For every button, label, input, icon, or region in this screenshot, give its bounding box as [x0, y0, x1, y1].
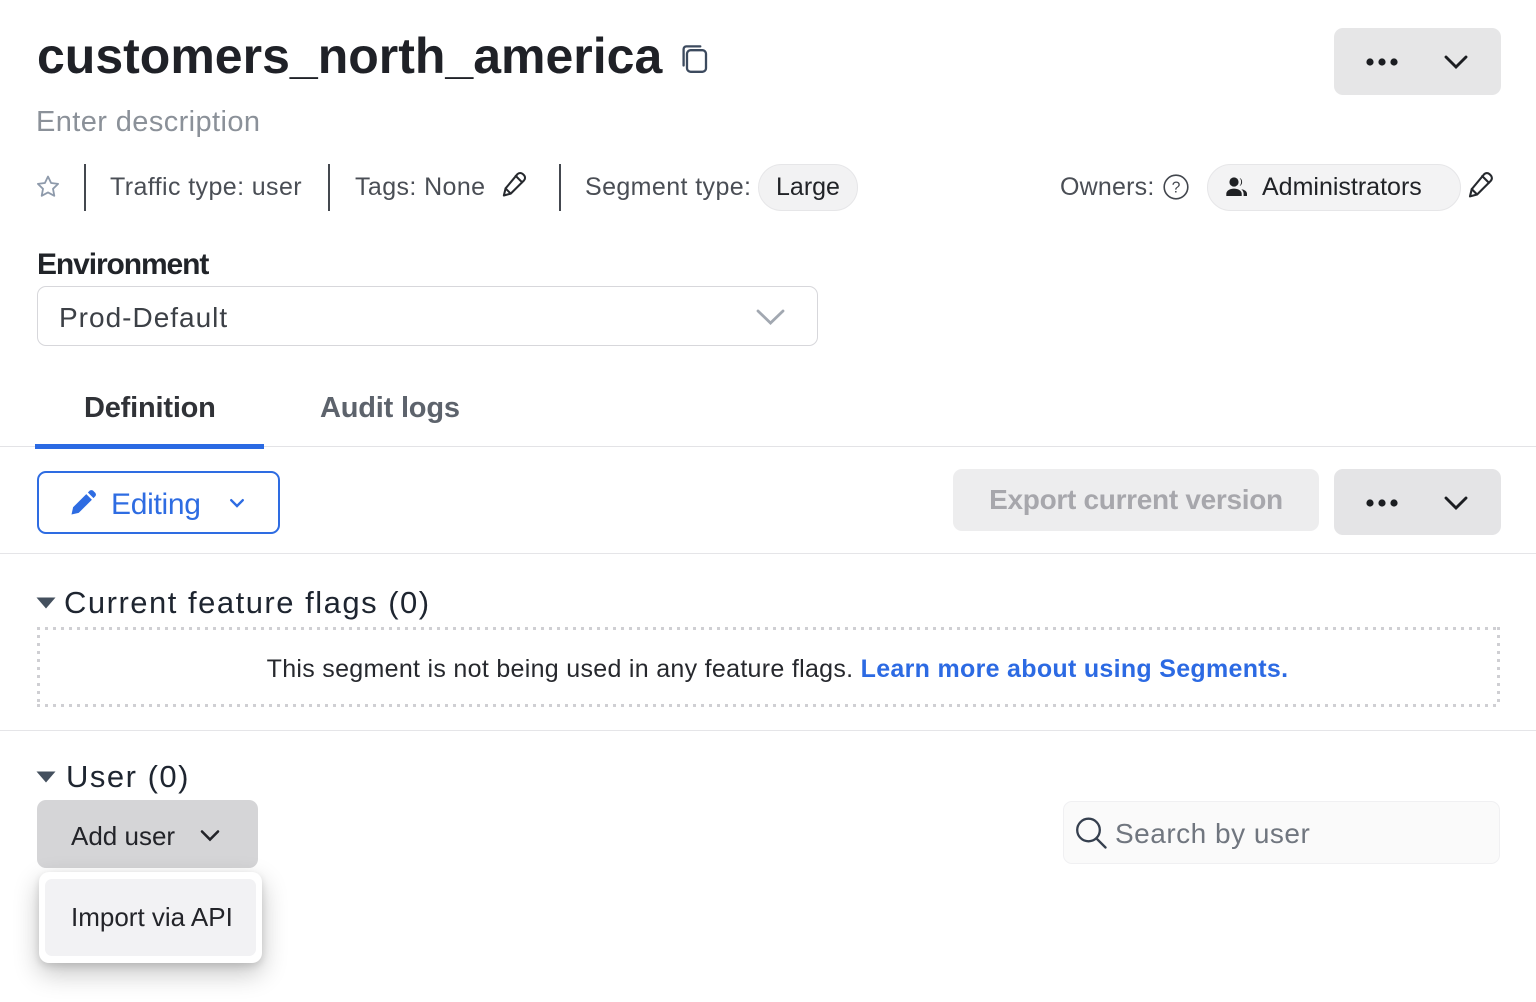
svg-text:?: ? [1172, 180, 1181, 197]
